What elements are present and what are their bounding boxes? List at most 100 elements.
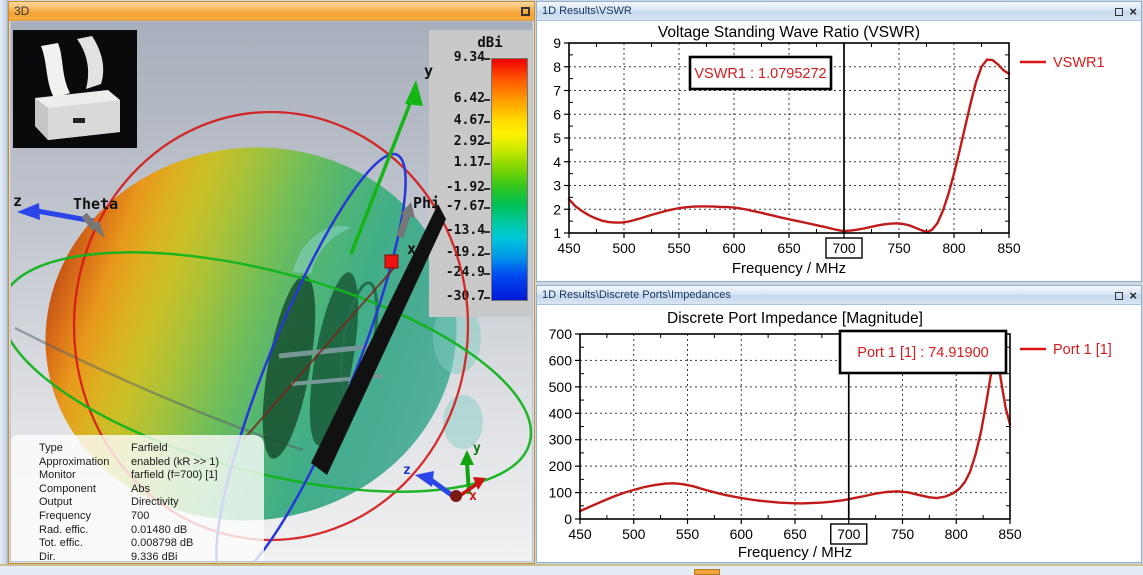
- svg-text:600: 600: [722, 240, 746, 256]
- colorbar-tick-label: -1.92: [445, 180, 485, 195]
- info-row: Dir. 9.336 dBi: [11, 550, 264, 562]
- chart-title: Voltage Standing Wave Ratio (VSWR): [658, 24, 920, 41]
- colorbar-tick: [484, 253, 490, 255]
- maximize-icon[interactable]: [1115, 7, 1124, 16]
- maximize-icon[interactable]: [1115, 291, 1124, 300]
- info-row-label: Tot. effic.: [39, 537, 83, 550]
- svg-text:1: 1: [553, 225, 561, 241]
- colorbar-tick: [484, 99, 490, 101]
- colorbar-tick: [484, 121, 490, 123]
- application-workspace: 3D dBi 9.34 6.42 4.67 2.92 1.17 -1.92 -7…: [0, 0, 1143, 575]
- colorbar-tick-label: -24.9: [445, 265, 485, 280]
- colorbar-tick-label: -7.67: [445, 199, 485, 214]
- colorbar-tick-label: 6.42: [453, 91, 485, 106]
- svg-text:100: 100: [549, 485, 573, 501]
- colorbar-scale: dBi 9.34 6.42 4.67 2.92 1.17 -1.92 -7.67 -13.4 -…: [429, 30, 532, 317]
- svg-text:2: 2: [553, 201, 561, 217]
- legend-label: Port 1 [1]: [1053, 342, 1112, 358]
- colorbar-tick-label: 2.92: [453, 134, 485, 149]
- svg-text:450: 450: [568, 526, 592, 542]
- legend: Port 1 [1]: [1020, 342, 1112, 358]
- colorbar-tick-label: 4.67: [453, 113, 485, 128]
- info-row-value: farfield (f=700) [1]: [131, 469, 218, 482]
- colorbar-tick-label: -13.4: [445, 223, 485, 238]
- svg-text:650: 650: [777, 240, 801, 256]
- info-row-label: Dir.: [39, 550, 56, 562]
- svg-text:700: 700: [832, 240, 856, 256]
- close-icon[interactable]: ×: [1129, 5, 1137, 18]
- impedance-window-titlebar[interactable]: 1D Results\Discrete Ports\Impedances ×: [537, 286, 1141, 305]
- svg-text:3: 3: [553, 178, 561, 194]
- 3d-window-titlebar[interactable]: 3D: [9, 2, 534, 21]
- vswr-plot-canvas[interactable]: 1 2 3 4 5 6 7 8 9 450 500 550 600 650 700 750 800 850 Volt…: [537, 21, 1141, 281]
- colorbar-gradient: [491, 58, 528, 301]
- info-row-label: Approximation: [39, 455, 110, 468]
- vswr-chart[interactable]: 1 2 3 4 5 6 7 8 9 450 500 550 600 650 700 750 800 850 Volt…: [537, 21, 1141, 281]
- info-row: Approximation enabled (kR >> 1): [11, 456, 264, 470]
- close-icon[interactable]: ×: [1129, 289, 1137, 302]
- svg-text:650: 650: [783, 526, 807, 542]
- colorbar-tick: [484, 188, 490, 190]
- info-row-value: enabled (kR >> 1): [131, 455, 220, 468]
- info-row: Rad. effic. 0.01480 dB: [11, 524, 264, 538]
- svg-text:700: 700: [549, 326, 573, 342]
- info-row-label: Output: [39, 496, 73, 509]
- info-row: Component Abs: [11, 483, 264, 497]
- svg-text:800: 800: [942, 240, 966, 256]
- x-axis-title: Frequency / MHz: [738, 544, 852, 561]
- impedance-results-window: 1D Results\Discrete Ports\Impedances × 0…: [536, 285, 1142, 563]
- svg-text:8: 8: [553, 59, 561, 75]
- legend-label: VSWR1: [1053, 55, 1105, 71]
- workspace-bottom-strip: [0, 564, 1143, 575]
- svg-text:550: 550: [667, 240, 691, 256]
- colorbar-tick: [484, 142, 490, 144]
- annotation-text: Port 1 [1] : 74.91900: [857, 345, 988, 361]
- model-preview-inset: [13, 30, 137, 148]
- impedance-plot-canvas[interactable]: 0 100 200 300 400 500 600 700 450 500 550 600 650 700…: [537, 305, 1141, 562]
- svg-text:750: 750: [887, 240, 911, 256]
- impedance-window-title: 1D Results\Discrete Ports\Impedances: [542, 289, 731, 301]
- colorbar-tick-label: 1.17: [453, 155, 485, 170]
- svg-text:800: 800: [945, 526, 969, 542]
- 3d-window-title: 3D: [14, 4, 30, 18]
- colorbar-tick: [484, 58, 490, 60]
- svg-text:0: 0: [564, 511, 572, 527]
- 3d-viewport[interactable]: dBi 9.34 6.42 4.67 2.92 1.17 -1.92 -7.67 -13.4 -…: [10, 21, 533, 562]
- maximize-icon[interactable]: [521, 7, 530, 16]
- svg-text:6: 6: [553, 106, 561, 122]
- info-row-value: 700: [131, 509, 150, 522]
- colorbar-tick: [484, 163, 490, 165]
- svg-text:9: 9: [553, 35, 561, 51]
- colorbar-unit-label: dBi: [477, 35, 503, 51]
- info-row-value: Farfield: [131, 442, 168, 454]
- colorbar-tick-label: -30.7: [445, 289, 485, 304]
- hidden-window-edge[interactable]: [694, 569, 720, 575]
- legend: VSWR1: [1020, 55, 1105, 71]
- info-row: Monitor farfield (f=700) [1]: [11, 469, 264, 483]
- info-row-value: Abs: [131, 482, 150, 495]
- value-annotation-box[interactable]: Port 1 [1] : 74.91900: [838, 329, 1008, 375]
- svg-text:850: 850: [997, 240, 1021, 256]
- svg-text:7: 7: [553, 83, 561, 99]
- value-annotation-box[interactable]: VSWR1 : 1.0795272: [688, 55, 833, 91]
- impedance-chart[interactable]: 0 100 200 300 400 500 600 700 450 500 550 600 650 700…: [537, 305, 1141, 562]
- info-row: Output Directivity: [11, 496, 264, 510]
- info-row-label: Component: [39, 482, 96, 495]
- vswr-window-titlebar[interactable]: 1D Results\VSWR ×: [537, 2, 1141, 21]
- annotation-text: VSWR1 : 1.0795272: [694, 66, 826, 82]
- colorbar-tick: [484, 297, 490, 299]
- svg-text:600: 600: [730, 526, 754, 542]
- svg-text:850: 850: [998, 526, 1022, 542]
- info-row-label: Type: [39, 442, 63, 454]
- colorbar-tick: [484, 273, 490, 275]
- info-row-value: 9.336 dBi: [131, 550, 178, 562]
- svg-text:4: 4: [553, 154, 561, 170]
- farfield-info-overlay: Type Farfield Approximation enabled (kR >> …: [11, 435, 264, 562]
- dock-edge-strip: [0, 0, 8, 575]
- info-row: Tot. effic. 0.008798 dB: [11, 537, 264, 551]
- info-row-value: 0.01480 dB: [131, 523, 188, 536]
- info-row-label: Rad. effic.: [39, 523, 89, 536]
- info-row-value: 0.008798 dB: [131, 537, 194, 550]
- svg-text:5: 5: [553, 130, 561, 146]
- info-row-label: Monitor: [39, 469, 76, 482]
